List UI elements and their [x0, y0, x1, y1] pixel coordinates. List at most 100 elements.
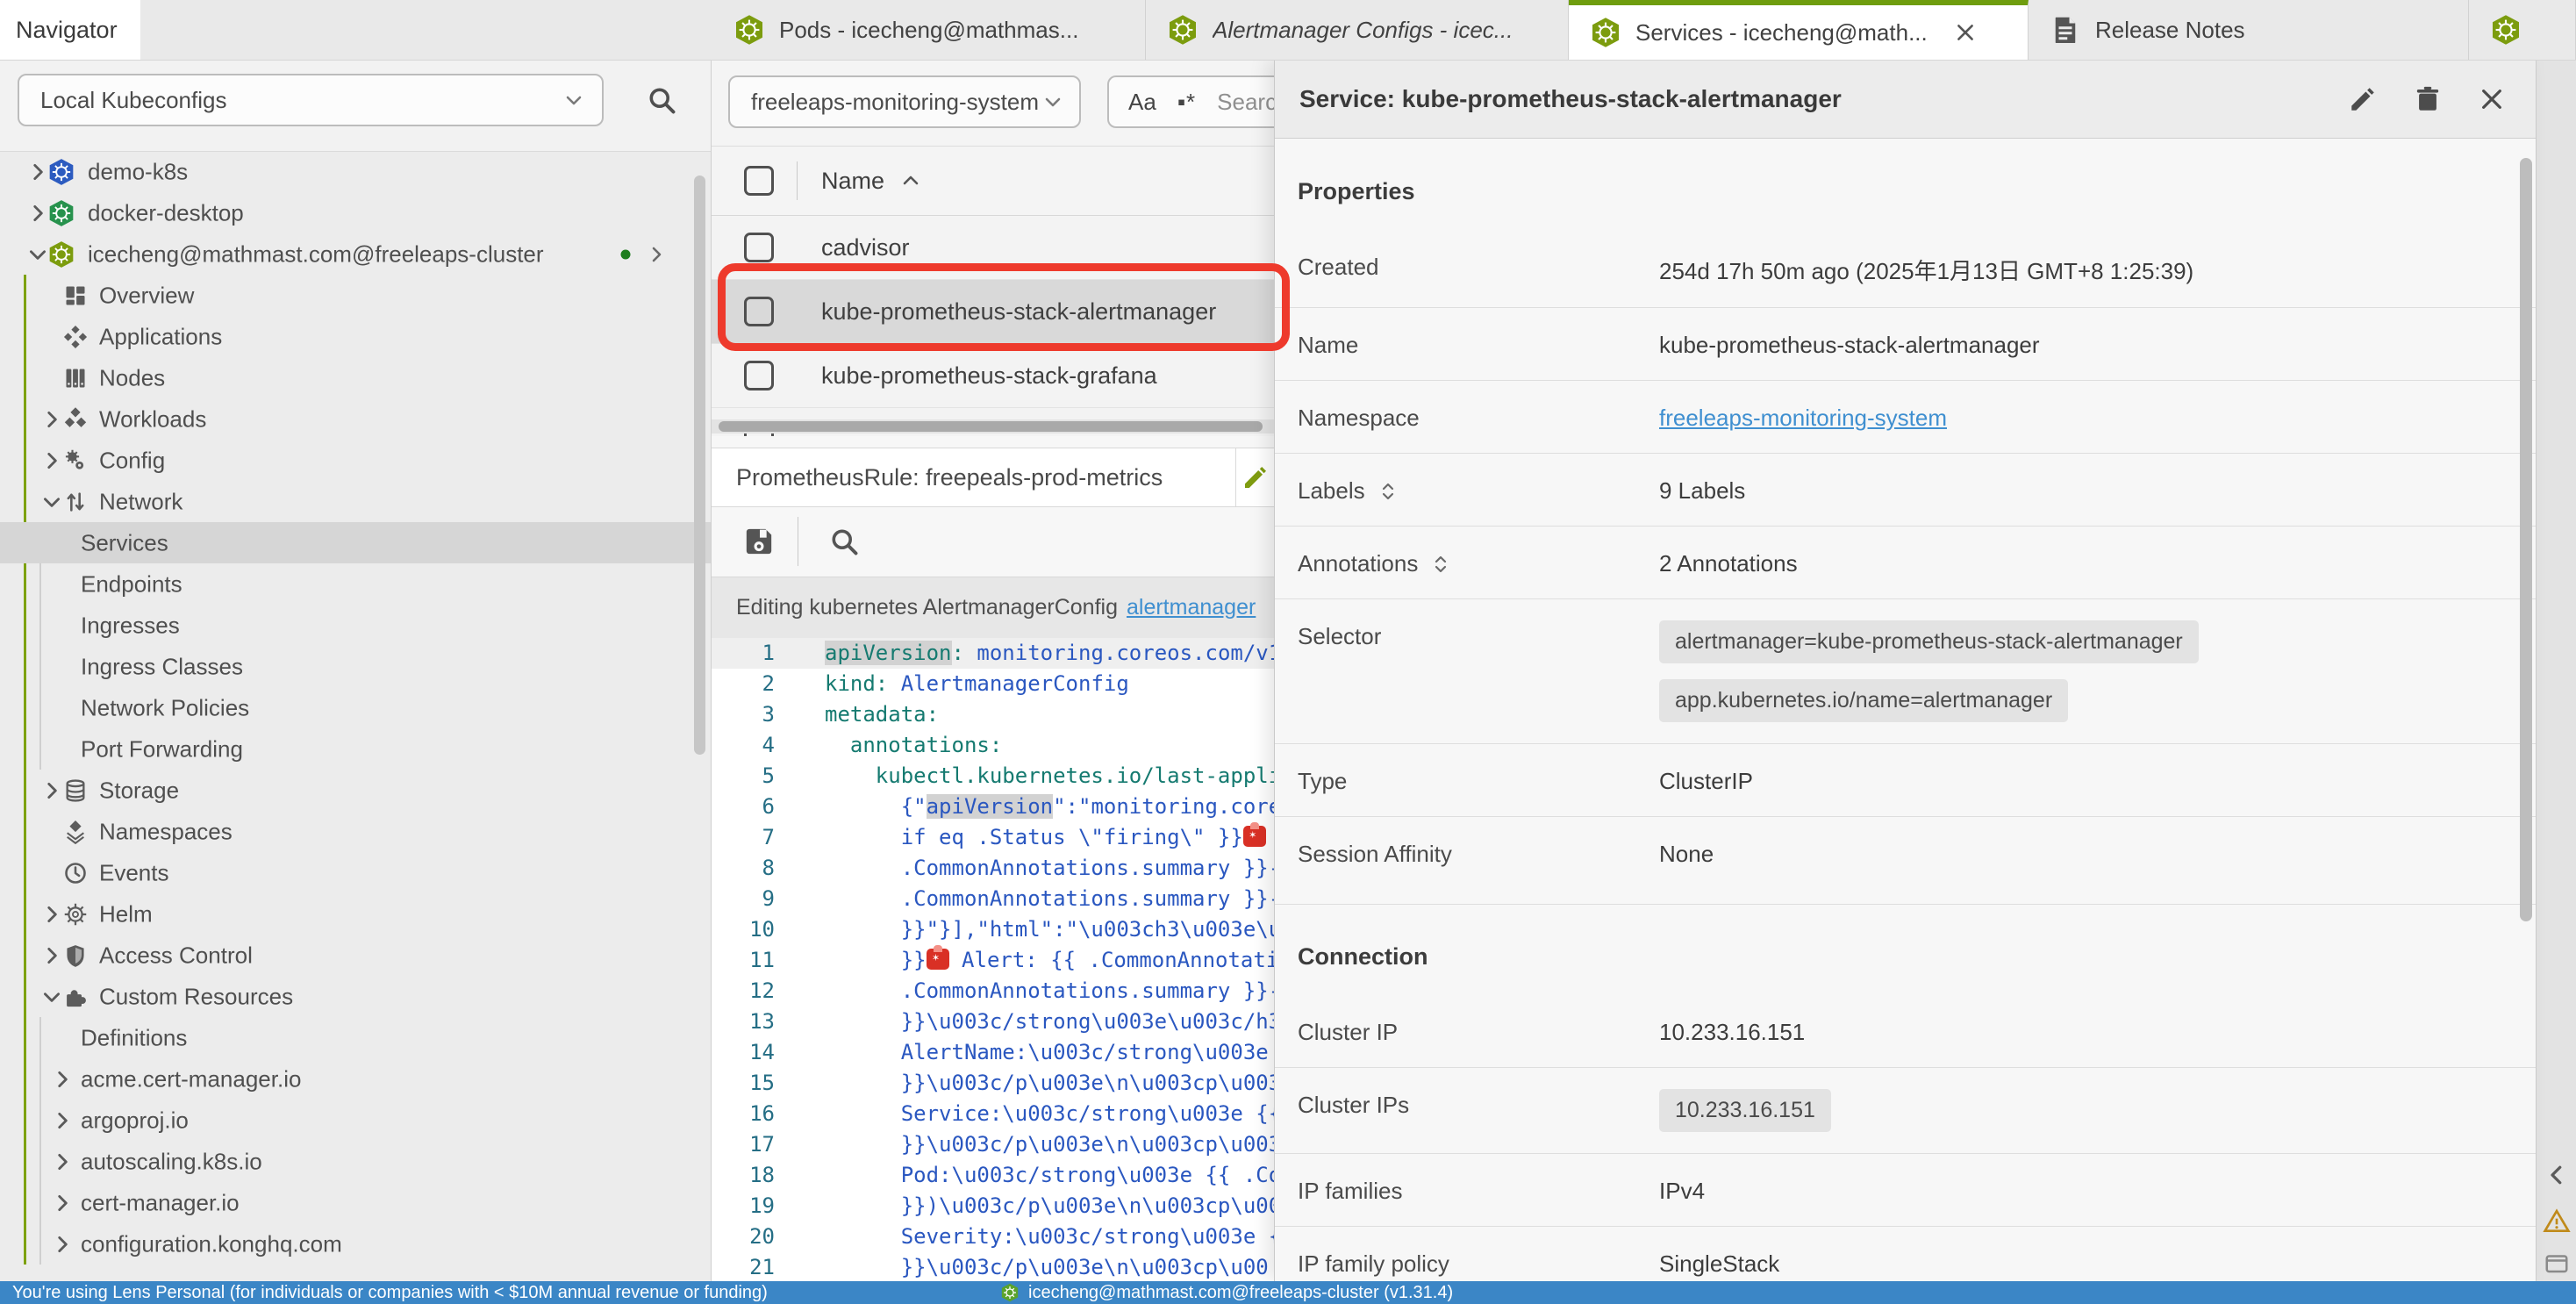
search-placeholder: Search — [1217, 89, 1274, 116]
sidebar-search-icon[interactable] — [646, 84, 677, 116]
sidebar-item-config[interactable]: Config — [0, 440, 711, 481]
select-all-checkbox[interactable] — [744, 166, 774, 196]
sidebar-item-port-forwarding[interactable]: Port Forwarding — [0, 728, 711, 770]
detail-row-session-affinity: Session AffinityNone — [1275, 817, 2536, 905]
editor-line-11[interactable]: 11 }} Alert: {{ .CommonAnnotations — [712, 945, 1274, 976]
sidebar-item-definitions[interactable]: Definitions — [0, 1017, 711, 1058]
drawer-scrollbar[interactable] — [2520, 158, 2532, 921]
sidebar-item-icecheng-mathmast-com-freeleaps-cluster[interactable]: icecheng@mathmast.com@freeleaps-cluster — [0, 233, 711, 275]
column-header-name[interactable]: Name — [821, 168, 884, 195]
editor-line-9[interactable]: 9 .CommonAnnotations.summary }}- — [712, 884, 1274, 914]
document-icon — [2050, 14, 2081, 46]
sort-ascending-icon[interactable] — [900, 170, 921, 191]
yaml-editor[interactable]: 1apiVersion: monitoring.coreos.com/v12ki… — [712, 638, 1274, 1281]
panel-box-icon[interactable] — [2544, 1250, 2570, 1276]
tab-partial[interactable] — [2469, 0, 2576, 60]
sidebar-item-helm[interactable]: Helm — [0, 893, 711, 935]
sidebar: Local Kubeconfigs demo-k8sdocker-desktop… — [0, 60, 712, 1281]
detail-row-namespace: Namespacefreeleaps-monitoring-system — [1275, 381, 2536, 454]
sidebar-item-workloads[interactable]: Workloads — [0, 398, 711, 440]
sidebar-item-ingresses[interactable]: Ingresses — [0, 605, 711, 646]
value-badge: app.kubernetes.io/name=alertmanager — [1659, 679, 2068, 722]
editor-line-20[interactable]: 20 Severity:\u003c/strong\u003e { — [712, 1222, 1274, 1252]
close-drawer-button[interactable] — [2478, 85, 2506, 113]
status-bar: You're using Lens Personal (for individu… — [0, 1281, 2576, 1304]
editor-line-5[interactable]: 5 kubectl.kubernetes.io/last-applied-con… — [712, 761, 1274, 792]
editor-line-17[interactable]: 17 }}\u003c/p\u003e\n\u003cp\u003e — [712, 1129, 1274, 1160]
horizontal-scrollbar[interactable] — [712, 419, 1274, 433]
editor-line-3[interactable]: 3metadata: — [712, 699, 1274, 730]
tab-release-notes[interactable]: Release Notes — [2029, 0, 2469, 60]
sidebar-item-ingress-classes[interactable]: Ingress Classes — [0, 646, 711, 687]
close-tab-icon[interactable] — [1954, 21, 1977, 44]
sort-updown-icon[interactable] — [1430, 554, 1451, 575]
editor-line-16[interactable]: 16 Service:\u003c/strong\u003e {{ — [712, 1099, 1274, 1129]
sidebar-item-configuration-konghq-com[interactable]: configuration.konghq.com — [0, 1223, 711, 1265]
editor-line-12[interactable]: 12 .CommonAnnotations.summary }}- — [712, 976, 1274, 1007]
sidebar-item-docker-desktop[interactable]: docker-desktop — [0, 192, 711, 233]
sidebar-item-argoproj-io[interactable]: argoproj.io — [0, 1100, 711, 1141]
sidebar-item-applications[interactable]: Applications — [0, 316, 711, 357]
regex-toggle[interactable]: ▪* — [1177, 89, 1196, 116]
sidebar-item-cert-manager-io[interactable]: cert-manager.io — [0, 1182, 711, 1223]
sort-updown-icon[interactable] — [1377, 481, 1399, 502]
siren-emoji — [927, 949, 949, 970]
save-icon[interactable] — [741, 524, 776, 559]
tab-services-icecheng-math-[interactable]: Services - icecheng@math... — [1569, 0, 2029, 60]
row-checkbox[interactable] — [744, 297, 774, 326]
editor-line-7[interactable]: 7 if eq .Status \"firing\" }} — [712, 822, 1274, 853]
row-checkbox[interactable] — [744, 233, 774, 262]
sidebar-item-services[interactable]: Services — [0, 522, 711, 563]
editor-line-21[interactable]: 21 }}\u003c/p\u003e\n\u003cp\u00 — [712, 1252, 1274, 1281]
editor-line-8[interactable]: 8 .CommonAnnotations.summary }}- — [712, 853, 1274, 884]
editor-line-6[interactable]: 6 {"apiVersion":"monitoring.coreos.com/v… — [712, 792, 1274, 822]
edit-resource-button[interactable] — [1235, 448, 1274, 506]
kubernetes-icon — [733, 14, 765, 46]
sidebar-item-acme-cert-manager-io[interactable]: acme.cert-manager.io — [0, 1058, 711, 1100]
editor-line-1[interactable]: 1apiVersion: monitoring.coreos.com/v1 — [712, 638, 1274, 669]
cluster-status-icon — [1000, 1283, 1020, 1302]
editor-line-13[interactable]: 13 }}\u003c/strong\u003e\u003c/h3\u003e — [712, 1007, 1274, 1037]
tab-alertmanager-configs-icec-[interactable]: Alertmanager Configs - icec... — [1146, 0, 1569, 60]
editor-line-19[interactable]: 19 }})\u003c/p\u003e\n\u003cp\u00 — [712, 1191, 1274, 1222]
sidebar-item-autoscaling-k8s-io[interactable]: autoscaling.k8s.io — [0, 1141, 711, 1182]
sidebar-item-network-policies[interactable]: Network Policies — [0, 687, 711, 728]
sidebar-item-events[interactable]: Events — [0, 852, 711, 893]
editing-resource-link[interactable]: alertmanager — [1127, 595, 1256, 620]
warning-icon[interactable] — [2543, 1207, 2571, 1236]
editor-line-4[interactable]: 4 annotations: — [712, 730, 1274, 761]
sidebar-item-demo-k8s[interactable]: demo-k8s — [0, 151, 711, 192]
search-input[interactable]: Aa ▪* Search — [1107, 75, 1274, 128]
divider — [797, 161, 798, 200]
editor-line-15[interactable]: 15 }}\u003c/p\u003e\n\u003cp\u003e — [712, 1068, 1274, 1099]
sidebar-item-nodes[interactable]: Nodes — [0, 357, 711, 398]
match-case-toggle[interactable]: Aa — [1128, 89, 1156, 116]
sidebar-item-overview[interactable]: Overview — [0, 275, 711, 316]
storage-icon — [63, 778, 88, 803]
chevron-left-icon[interactable] — [2544, 1162, 2570, 1188]
editor-line-10[interactable]: 10 }}"}],"html":"\u003ch3\u003e\u003cs — [712, 914, 1274, 945]
editor-line-2[interactable]: 2kind: AlertmanagerConfig — [712, 669, 1274, 699]
editor-search-icon[interactable] — [828, 526, 860, 557]
sidebar-item-storage[interactable]: Storage — [0, 770, 711, 811]
namespace-select[interactable]: freeleaps-monitoring-system — [728, 75, 1081, 128]
sidebar-item-endpoints[interactable]: Endpoints — [0, 563, 711, 605]
sidebar-scrollbar[interactable] — [694, 176, 705, 755]
namespace-link[interactable]: freeleaps-monitoring-system — [1659, 402, 1947, 432]
edit-service-button[interactable] — [2348, 84, 2378, 114]
table-row-kube-prometheus-stack-grafana[interactable]: kube-prometheus-stack-grafana — [712, 344, 1274, 408]
editor-toolbar — [712, 506, 1274, 577]
chevron-right-icon[interactable] — [646, 244, 667, 265]
editor-line-14[interactable]: 14 AlertName:\u003c/strong\u003e {{ — [712, 1037, 1274, 1068]
delete-service-button[interactable] — [2413, 84, 2443, 114]
editor-line-18[interactable]: 18 Pod:\u003c/strong\u003e {{ .Co — [712, 1160, 1274, 1191]
kubeconfig-select[interactable]: Local Kubeconfigs — [18, 74, 604, 126]
row-checkbox[interactable] — [744, 361, 774, 390]
table-row-cadvisor[interactable]: cadvisor — [712, 216, 1274, 280]
sidebar-item-custom-resources[interactable]: Custom Resources — [0, 976, 711, 1017]
sidebar-item-network[interactable]: Network — [0, 481, 711, 522]
sidebar-item-access-control[interactable]: Access Control — [0, 935, 711, 976]
tab-pods-icecheng-mathmas-[interactable]: Pods - icecheng@mathmas... — [712, 0, 1146, 60]
table-row-kube-prometheus-stack-alertmanager[interactable]: kube-prometheus-stack-alertmanager — [712, 280, 1274, 344]
sidebar-item-namespaces[interactable]: Namespaces — [0, 811, 711, 852]
